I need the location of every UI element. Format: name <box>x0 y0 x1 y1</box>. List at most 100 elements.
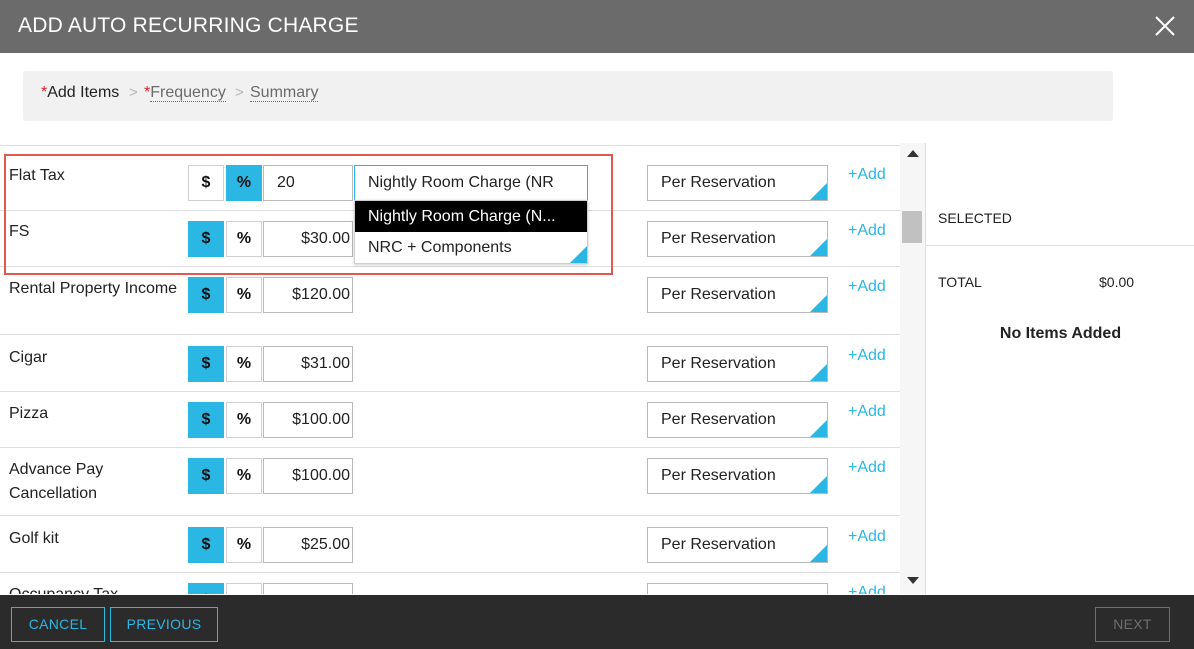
amount-input[interactable]: $25.00 <box>263 527 353 563</box>
add-item-link[interactable]: +Add <box>848 347 886 365</box>
basis-select[interactable]: Per Reservation <box>647 277 828 313</box>
step-add-items-label: Add Items <box>47 84 120 101</box>
wizard-breadcrumb: *Add Items > *Frequency > Summary <box>23 71 1113 121</box>
add-item-link[interactable]: +Add <box>848 584 886 594</box>
dollar-toggle[interactable]: $ <box>188 583 224 594</box>
item-name: FS <box>9 223 30 240</box>
dollar-toggle[interactable]: $ <box>188 346 224 382</box>
select-corner-indicator <box>810 476 827 493</box>
percent-toggle[interactable]: % <box>226 221 262 257</box>
next-button[interactable]: NEXT <box>1095 607 1170 642</box>
total-label: TOTAL <box>938 274 982 290</box>
table-row: Cigar $% $31.00 Per Reservation +Add <box>0 335 900 392</box>
item-name: Advance Pay Cancellation <box>9 461 104 502</box>
table-row: Pizza $% $100.00 Per Reservation +Add <box>0 392 900 448</box>
previous-button[interactable]: PREVIOUS <box>110 607 218 642</box>
amount-input[interactable]: $31.00 <box>263 346 353 382</box>
percent-toggle[interactable]: % <box>226 458 262 494</box>
step-frequency[interactable]: *Frequency <box>144 84 226 102</box>
percent-basis-dropdown: Nightly Room Charge (N... NRC + Componen… <box>354 200 588 264</box>
add-item-link[interactable]: +Add <box>848 278 886 296</box>
basis-select-value: Per Reservation <box>661 467 776 484</box>
dropdown-option-nrc-components[interactable]: NRC + Components <box>355 232 587 263</box>
step-summary-label[interactable]: Summary <box>250 84 319 102</box>
dialog-title: ADD AUTO RECURRING CHARGE <box>18 14 359 37</box>
add-item-link[interactable]: +Add <box>848 403 886 421</box>
percent-toggle[interactable]: % <box>226 583 262 594</box>
step-frequency-label[interactable]: Frequency <box>150 84 226 102</box>
basis-select[interactable]: Per Reservation <box>647 527 828 563</box>
item-name: Cigar <box>9 349 48 366</box>
empty-message: No Items Added <box>999 325 1122 342</box>
scroll-thumb[interactable] <box>902 211 922 243</box>
basis-select-value: Per Reservation <box>661 355 776 372</box>
percent-toggle[interactable]: % <box>226 527 262 563</box>
dollar-toggle[interactable]: $ <box>188 221 224 257</box>
cancel-button[interactable]: CANCEL <box>11 607 105 642</box>
percent-toggle[interactable]: % <box>226 346 262 382</box>
percent-toggle[interactable]: % <box>226 277 262 313</box>
table-row: Golf kit $% $25.00 Per Reservation +Add <box>0 516 900 573</box>
add-item-link[interactable]: +Add <box>848 222 886 240</box>
dialog-footer: CANCEL PREVIOUS NEXT <box>0 595 1194 649</box>
basis-select[interactable]: Per Reservation <box>647 458 828 494</box>
basis-select[interactable]: Per Reservation <box>647 221 828 257</box>
dropdown-option-nightly-room-charge[interactable]: Nightly Room Charge (N... <box>355 201 587 232</box>
item-name: Golf kit <box>9 530 59 547</box>
step-summary[interactable]: Summary <box>250 84 319 102</box>
dollar-toggle[interactable]: $ <box>188 277 224 313</box>
dropdown-corner-indicator <box>570 246 587 263</box>
percent-basis-select[interactable]: Nightly Room Charge (NR <box>354 165 588 201</box>
basis-select-value: Per Reservation <box>661 286 776 303</box>
dollar-toggle[interactable]: $ <box>188 458 224 494</box>
dialog-header: ADD AUTO RECURRING CHARGE <box>0 0 1194 53</box>
table-row: $ % <box>0 143 900 146</box>
scroll-down-icon[interactable] <box>907 577 919 584</box>
dollar-toggle[interactable]: $ <box>188 402 224 438</box>
basis-select-value: Per Reservation <box>661 230 776 247</box>
amount-input[interactable]: $120.00 <box>263 277 353 313</box>
amount-input[interactable] <box>263 583 353 594</box>
table-row: Advance Pay Cancellation $% $100.00 Per Res… <box>0 448 900 516</box>
selected-summary-panel: SELECTED TOTAL $0.00 No Items Added <box>925 143 1194 594</box>
amount-input[interactable]: $30.00 <box>263 221 353 257</box>
amount-input[interactable]: $100.00 <box>263 402 353 438</box>
amount-input[interactable]: $100.00 <box>263 458 353 494</box>
select-corner-indicator <box>810 545 827 562</box>
selected-label: SELECTED <box>938 210 1012 226</box>
basis-select-value: Per Reservation <box>661 411 776 428</box>
add-item-link[interactable]: +Add <box>848 528 886 546</box>
close-icon[interactable] <box>1151 12 1179 40</box>
step-separator: > <box>129 84 138 101</box>
scroll-up-icon[interactable] <box>907 150 919 157</box>
percent-toggle[interactable]: % <box>226 402 262 438</box>
dollar-toggle[interactable]: $ <box>188 165 224 201</box>
step-separator: > <box>235 84 244 101</box>
dollar-toggle[interactable]: $ <box>188 527 224 563</box>
step-add-items: *Add Items <box>41 84 119 102</box>
basis-select[interactable]: Per Reservation <box>647 346 828 382</box>
table-row: Occupancy Tax $% +Add <box>0 573 900 594</box>
list-scrollbar[interactable] <box>900 143 925 594</box>
divider <box>926 245 1194 246</box>
amount-input[interactable]: 20 <box>263 165 353 201</box>
item-name: Pizza <box>9 405 49 422</box>
table-row: Rental Property Income $% $120.00 Per Reser… <box>0 267 900 335</box>
select-corner-indicator <box>810 239 827 256</box>
item-name: Flat Tax <box>9 167 65 184</box>
total-value: $0.00 <box>1099 274 1135 290</box>
add-item-link[interactable]: +Add <box>848 166 886 184</box>
add-item-link[interactable]: +Add <box>848 459 886 477</box>
percent-toggle[interactable]: % <box>226 165 262 201</box>
basis-select[interactable] <box>647 583 828 594</box>
select-corner-indicator <box>810 420 827 437</box>
basis-select-value: Per Reservation <box>661 536 776 553</box>
basis-select[interactable]: Per Reservation <box>647 165 828 201</box>
select-corner-indicator <box>810 295 827 312</box>
basis-select[interactable]: Per Reservation <box>647 402 828 438</box>
item-name: Rental Property Income <box>9 280 178 297</box>
item-name: Occupancy Tax <box>9 583 179 594</box>
select-corner-indicator <box>810 364 827 381</box>
basis-select-value: Per Reservation <box>661 174 776 191</box>
select-corner-indicator <box>810 183 827 200</box>
